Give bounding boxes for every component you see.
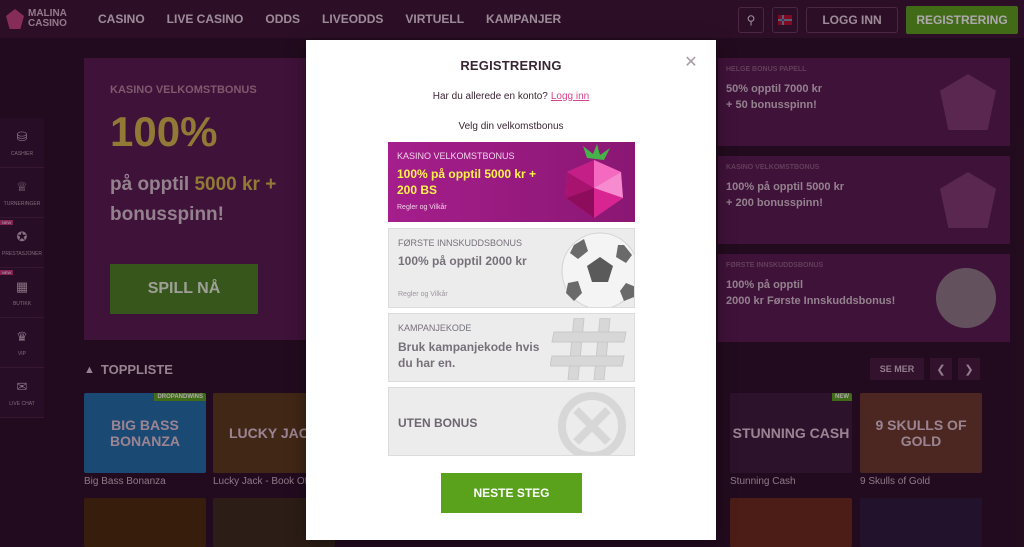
modal-title: REGISTRERING — [460, 58, 562, 73]
no-bonus-cross-icon — [558, 392, 626, 455]
bonus-option-casino-welcome[interactable]: KASINO VELKOMSTBONUS 100% på opptil 5000… — [388, 142, 635, 222]
next-step-button[interactable]: NESTE STEG — [441, 473, 582, 513]
hash-icon — [550, 318, 627, 380]
football-icon — [561, 232, 634, 307]
bonus-option-first-deposit[interactable]: FØRSTE INNSKUDDSBONUS 100% på opptil 200… — [388, 228, 635, 308]
registration-modal: REGISTRERING ✕ Har du allerede en konto?… — [306, 40, 716, 540]
raspberry-gem-icon — [566, 144, 623, 218]
close-icon[interactable]: ✕ — [684, 55, 698, 71]
bonus-option-no-bonus[interactable]: UTEN BONUS — [388, 387, 635, 456]
existing-account-prompt: Har du allerede en konto? Logg inn — [432, 91, 590, 102]
choose-bonus-label: Velg din velkomstbonus — [458, 121, 564, 132]
login-link[interactable]: Logg inn — [551, 91, 589, 102]
bonus-option-promo-code[interactable]: KAMPANJEKODE Bruk kampanjekode hvis du h… — [388, 313, 635, 382]
terms-link[interactable]: Regler og Vilkår — [398, 291, 448, 298]
terms-link[interactable]: Regler og Vilkår — [397, 204, 447, 211]
